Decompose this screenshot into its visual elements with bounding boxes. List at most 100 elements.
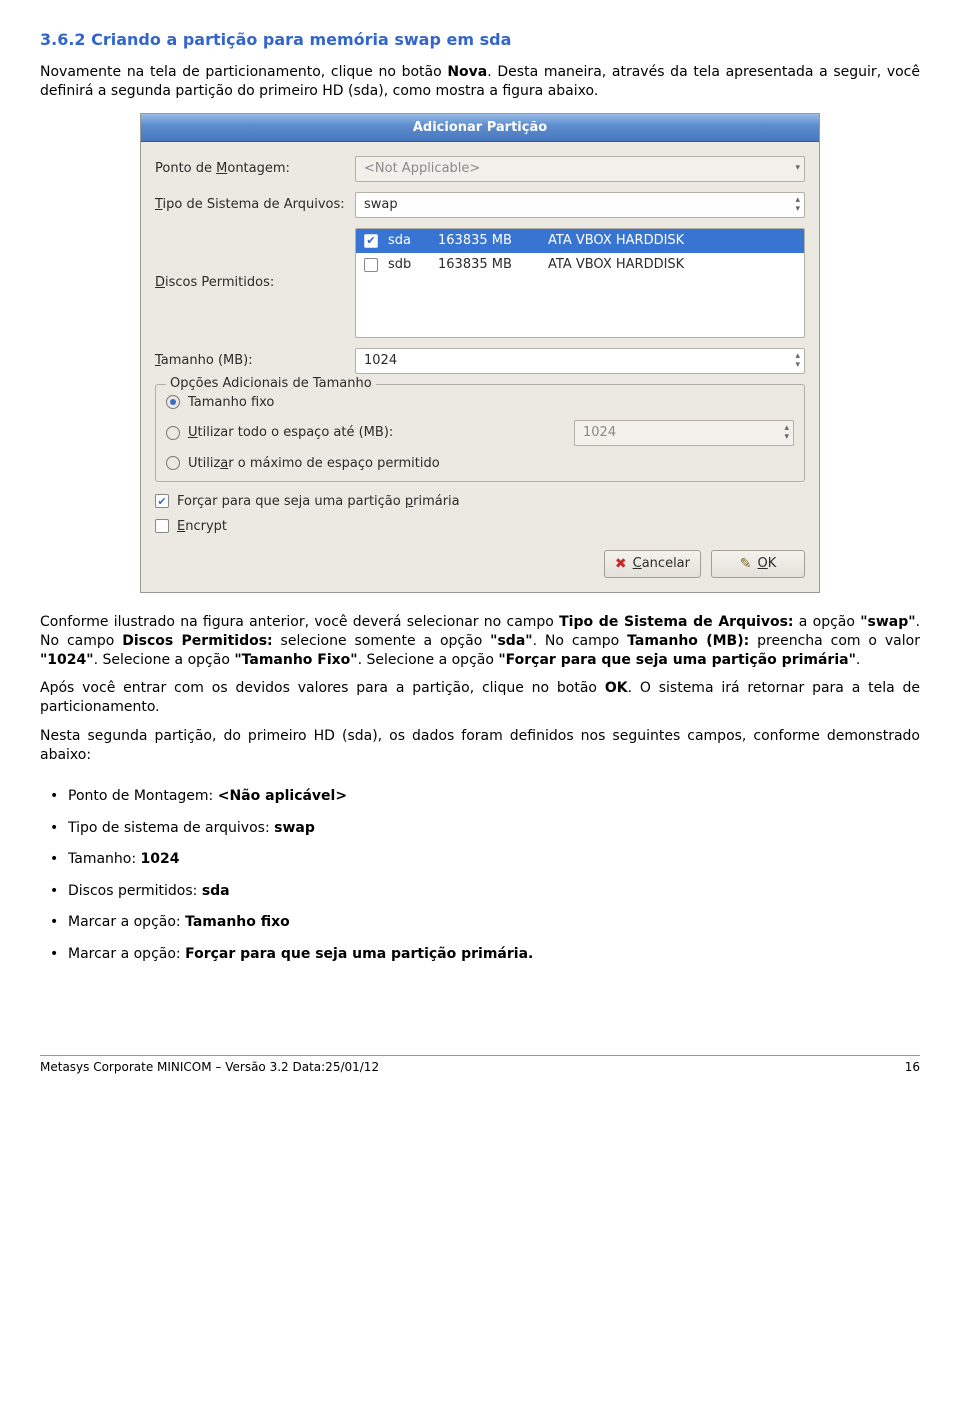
size-label: Tamanho (MB):	[155, 353, 355, 368]
text-bold: Tamanho (MB):	[627, 633, 749, 649]
text-bold: <Não aplicável>	[218, 788, 347, 804]
stepper-icon[interactable]: ▴▾	[795, 352, 800, 370]
disk-model: ATA VBOX HARDDISK	[548, 233, 796, 248]
dialog-body: Ponto de Montagem: <Not Applicable> ▾ Ti…	[141, 142, 819, 550]
additional-size-group: Opções Adicionais de Tamanho Tamanho fix…	[155, 384, 805, 482]
disk-row-sda[interactable]: ✔ sda 163835 MB ATA VBOX HARDDISK	[356, 229, 804, 253]
footer-text: Metasys Corporate MINICOM – Versão 3.2 D…	[40, 1060, 379, 1074]
allowed-disks-list[interactable]: ✔ sda 163835 MB ATA VBOX HARDDISK sdb 16…	[355, 228, 805, 338]
disk-name: sdb	[388, 257, 428, 272]
cancel-button[interactable]: ✖ Cancelar	[604, 550, 701, 578]
mount-point-combo[interactable]: <Not Applicable> ▾	[355, 156, 805, 182]
text: Ponto de Montagem:	[68, 788, 218, 804]
cancel-icon: ✖	[615, 556, 627, 572]
text: Marcar a opção:	[68, 914, 185, 930]
text-bold: 1024	[141, 851, 180, 867]
accelerator: U	[188, 425, 198, 440]
text: Forçar para que seja uma partição	[177, 494, 405, 509]
checkbox-unchecked-icon[interactable]	[364, 258, 378, 272]
ok-icon: ✎	[740, 556, 752, 572]
text: Após você entrar com os devidos valores …	[40, 680, 605, 696]
text: ncrypt	[185, 519, 227, 534]
accelerator: p	[405, 494, 413, 509]
radio-label: Tamanho fixo	[188, 395, 274, 410]
text: .	[856, 652, 860, 668]
button-label: Cancelar	[633, 556, 690, 571]
text: Utiliz	[188, 456, 220, 471]
force-primary-checkbox[interactable]: ✔ Forçar para que seja uma partição prim…	[155, 494, 805, 509]
text-bold: "Tamanho Fixo"	[234, 652, 357, 668]
radio-fixed-size[interactable]: Tamanho fixo	[166, 395, 794, 410]
text: amanho (MB):	[161, 353, 253, 368]
text: r o máximo de espaço permitido	[228, 456, 439, 471]
text: Ponto de	[155, 161, 216, 176]
mount-point-value: <Not Applicable>	[364, 161, 480, 176]
checkbox-checked-icon[interactable]: ✔	[364, 234, 378, 248]
summary-list: Ponto de Montagem: <Não aplicável> Tipo …	[40, 787, 920, 965]
text: a opção	[794, 614, 861, 630]
radio-label: Utilizar todo o espaço até (MB):	[188, 425, 393, 440]
text: selecione somente a opção	[273, 633, 491, 649]
disk-name: sda	[388, 233, 428, 248]
text: Conforme ilustrado na figura anterior, v…	[40, 614, 559, 630]
radio-fill-up-to[interactable]: Utilizar todo o espaço até (MB): 1024 ▴▾	[166, 420, 794, 446]
dialog-title: Adicionar Partição	[413, 120, 547, 135]
text: tilizar todo o espaço até (MB):	[198, 425, 394, 440]
size-spinbox[interactable]: 1024 ▴▾	[355, 348, 805, 374]
text: preencha com o valor	[749, 633, 920, 649]
text: ontagem:	[227, 161, 290, 176]
fill-up-to-spinbox: 1024 ▴▾	[574, 420, 794, 446]
text-bold: Tipo de Sistema de Arquivos:	[559, 614, 793, 630]
fs-type-label: Tipo de Sistema de Arquivos:	[155, 197, 355, 212]
radio-unselected-icon[interactable]	[166, 426, 180, 440]
radio-max-space[interactable]: Utilizar o máximo de espaço permitido	[166, 456, 794, 471]
accelerator: C	[633, 556, 642, 571]
list-item: Marcar a opção: Forçar para que seja uma…	[68, 945, 920, 965]
fs-type-value: swap	[364, 197, 398, 212]
page-number: 16	[905, 1060, 920, 1074]
radio-unselected-icon[interactable]	[166, 456, 180, 470]
text: Discos permitidos:	[68, 883, 202, 899]
group-title: Opções Adicionais de Tamanho	[166, 376, 376, 391]
accelerator: O	[757, 556, 767, 571]
text-bold: "Forçar para que seja uma partição primá…	[498, 652, 856, 668]
text: Novamente na tela de particionamento, cl…	[40, 64, 447, 80]
accelerator: E	[177, 519, 185, 534]
checkbox-label: Forçar para que seja uma partição primár…	[177, 494, 460, 509]
checkbox-unchecked-icon[interactable]	[155, 519, 169, 533]
size-row: Tamanho (MB): 1024 ▴▾	[155, 348, 805, 374]
radio-selected-icon[interactable]	[166, 395, 180, 409]
text-bold: sda	[202, 883, 230, 899]
text-bold: "sda"	[490, 633, 532, 649]
fill-up-to-value: 1024	[583, 425, 616, 440]
button-label: OK	[757, 556, 776, 571]
radio-label: Utilizar o máximo de espaço permitido	[188, 456, 440, 471]
text: iscos Permitidos:	[165, 275, 274, 290]
list-item: Discos permitidos: sda	[68, 882, 920, 902]
add-partition-dialog: Adicionar Partição Ponto de Montagem: <N…	[140, 113, 820, 593]
fs-type-combo[interactable]: swap ▴▾	[355, 192, 805, 218]
text-bold: Tamanho fixo	[185, 914, 290, 930]
encrypt-checkbox[interactable]: Encrypt	[155, 519, 805, 534]
text: Tamanho:	[68, 851, 141, 867]
checkbox-checked-icon[interactable]: ✔	[155, 494, 169, 508]
ok-button[interactable]: ✎ OK	[711, 550, 805, 578]
disk-row-sdb[interactable]: sdb 163835 MB ATA VBOX HARDDISK	[356, 253, 804, 277]
stepper-icon: ▴▾	[795, 196, 800, 214]
stepper-icon: ▴▾	[784, 424, 789, 442]
disk-size: 163835 MB	[438, 257, 538, 272]
fs-type-row: Tipo de Sistema de Arquivos: swap ▴▾	[155, 192, 805, 218]
body-paragraph: Conforme ilustrado na figura anterior, v…	[40, 613, 920, 670]
text: Tipo de sistema de arquivos:	[68, 820, 274, 836]
dialog-button-row: ✖ Cancelar ✎ OK	[141, 550, 819, 592]
page-footer: Metasys Corporate MINICOM – Versão 3.2 D…	[40, 1055, 920, 1074]
text: . Selecione a opção	[94, 652, 235, 668]
text: K	[768, 556, 777, 571]
text: . No campo	[533, 633, 628, 649]
text-bold: Discos Permitidos:	[122, 633, 272, 649]
dialog-titlebar: Adicionar Partição	[141, 114, 819, 142]
text-bold: "swap"	[860, 614, 915, 630]
mount-point-label: Ponto de Montagem:	[155, 161, 355, 176]
section-heading: 3.6.2 Criando a partição para memória sw…	[40, 30, 920, 49]
chevron-down-icon: ▾	[795, 164, 800, 173]
